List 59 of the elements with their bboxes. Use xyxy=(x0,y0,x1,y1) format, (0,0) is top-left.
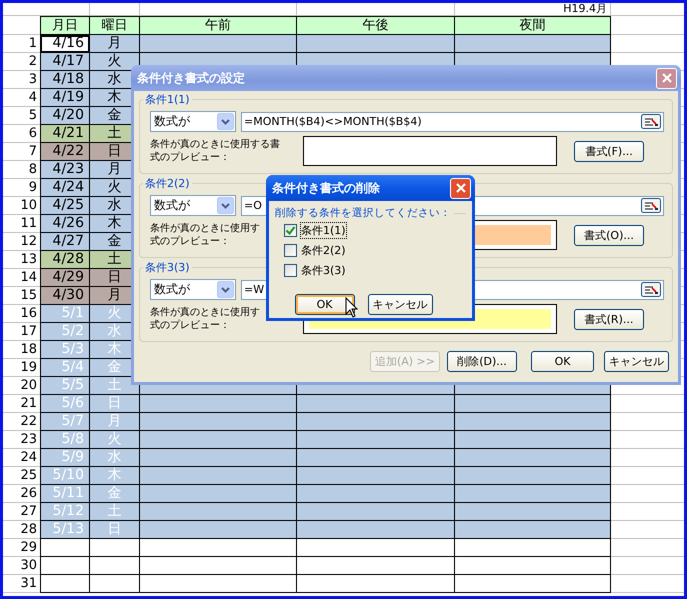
group-label: 条件2(2) xyxy=(143,176,192,191)
table-cell: 4/20 xyxy=(40,107,90,125)
table-cell: 土 xyxy=(90,503,140,521)
table-cell: 4/28 xyxy=(40,251,90,269)
table-cell: 日 xyxy=(90,395,140,413)
table-cell: 火 xyxy=(90,431,140,449)
column-header: 曜日 xyxy=(90,16,140,35)
table-cell: 5/13 xyxy=(40,521,90,539)
table-cell: 4/16 xyxy=(40,35,90,53)
table-cell: 4/26 xyxy=(40,215,90,233)
row-number: 30 xyxy=(3,557,40,575)
table-cell: 5/8 xyxy=(40,431,90,449)
dialog-title: 条件付き書式の削除 xyxy=(272,180,380,196)
column-header: 夜間 xyxy=(455,16,611,35)
table-cell: 5/12 xyxy=(40,503,90,521)
table-cell: 月 xyxy=(90,35,140,53)
dialog-title: 条件付き書式の設定 xyxy=(137,70,245,86)
table-cell: 4/18 xyxy=(40,71,90,89)
column-header: 月日 xyxy=(40,16,90,35)
table-cell: 4/17 xyxy=(40,53,90,71)
table-cell: 5/5 xyxy=(40,377,90,395)
table-cell: 4/24 xyxy=(40,179,90,197)
table-cell: 5/7 xyxy=(40,413,90,431)
row-number: 31 xyxy=(3,575,40,593)
column-header: 午前 xyxy=(140,16,297,35)
table-cell: 5/1 xyxy=(40,305,90,323)
group-label: 条件3(3) xyxy=(143,260,192,275)
group-label: 条件1(1) xyxy=(143,92,192,107)
table-cell: 4/21 xyxy=(40,125,90,143)
table-cell: 金 xyxy=(90,485,140,503)
preview-label: 条件が真のときに使用す xyxy=(150,222,260,235)
table-cell: 5/4 xyxy=(40,359,90,377)
table-cell: 5/10 xyxy=(40,467,90,485)
table-cell: 4/29 xyxy=(40,269,90,287)
table-cell: 4/27 xyxy=(40,233,90,251)
table-cell: 5/6 xyxy=(40,395,90,413)
table-cell: 4/23 xyxy=(40,161,90,179)
table-cell: 4/25 xyxy=(40,197,90,215)
table-cell: 5/11 xyxy=(40,485,90,503)
table-cell: 土 xyxy=(90,377,140,395)
prompt-text: 削除する条件を選択してください： xyxy=(275,206,451,220)
preview-label: 式のプレビュー： xyxy=(150,319,230,332)
table-cell: 4/22 xyxy=(40,143,90,161)
table-cell: 日 xyxy=(90,521,140,539)
preview-label: 条件が真のときに使用する書 xyxy=(150,138,280,151)
column-header: 午後 xyxy=(297,16,455,35)
table-cell: 4/30 xyxy=(40,287,90,305)
preview-label: 式のプレビュー： xyxy=(150,151,230,164)
table-cell: 火 xyxy=(90,53,140,71)
table-cell: 水 xyxy=(90,449,140,467)
table-cell: 木 xyxy=(90,467,140,485)
table-cell: 5/2 xyxy=(40,323,90,341)
preview-label: 条件が真のときに使用す xyxy=(150,306,260,319)
preview-label: 式のプレビュー： xyxy=(150,235,230,248)
table-cell: 4/19 xyxy=(40,89,90,107)
row-number: 29 xyxy=(3,539,40,557)
table-cell: 月 xyxy=(90,413,140,431)
table-cell: 5/3 xyxy=(40,341,90,359)
table-cell: 5/9 xyxy=(40,449,90,467)
